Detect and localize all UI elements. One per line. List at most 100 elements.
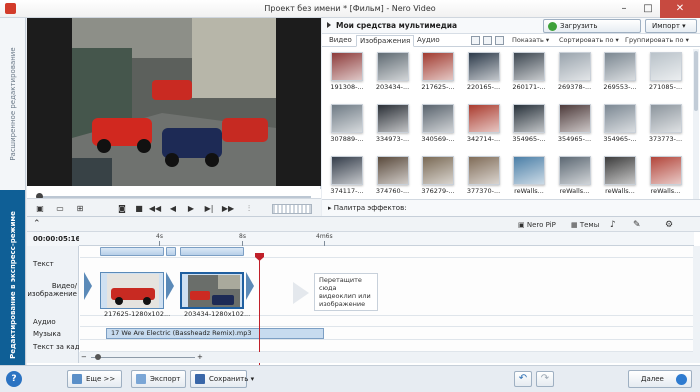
maximize-button[interactable]: □	[636, 0, 660, 18]
media-thumbnail[interactable]: 217625-...	[419, 49, 457, 96]
fit-icon[interactable]: ⊞	[73, 202, 87, 215]
show-dropdown[interactable]: Показать ▾	[512, 35, 549, 47]
thumbnail-caption: 373773-...	[648, 135, 683, 143]
zoom-slider[interactable]	[91, 357, 195, 358]
grid-scrollbar[interactable]	[693, 49, 699, 209]
pip-button[interactable]: ▣ Nero PiP	[518, 217, 556, 233]
next-frame-icon[interactable]: ▶|	[202, 202, 216, 215]
list-view-icon[interactable]	[471, 36, 480, 45]
snapshot-icon[interactable]: ◙	[115, 202, 129, 215]
prev-frame-icon[interactable]: ◀	[166, 202, 180, 215]
download-content-button[interactable]: Загрузить содержимое	[543, 19, 641, 42]
zoom-out-icon[interactable]: −	[81, 352, 87, 362]
tab-advanced-editing[interactable]: Расширенное редактирование	[0, 18, 25, 190]
more-button[interactable]: Еще >>	[67, 370, 122, 388]
time-readout: 00:00:05:16	[27, 232, 80, 246]
thumbnail-caption: 376279-...	[421, 187, 455, 195]
tab-video[interactable]: Видео	[326, 35, 355, 47]
video-preview[interactable]	[27, 18, 321, 186]
aspect-icon[interactable]: ▭	[53, 202, 67, 215]
themes-button[interactable]: ▦ Темы	[571, 217, 599, 233]
monitor-icon[interactable]: ▣	[33, 202, 47, 215]
media-thumbnail[interactable]: 342714-...	[465, 101, 503, 148]
timeline-scrollbar[interactable]	[693, 246, 700, 363]
rewind-icon[interactable]: ◀◀	[148, 202, 162, 215]
close-button[interactable]: ✕	[660, 0, 700, 18]
media-thumbnail[interactable]: 354965-...	[510, 101, 548, 148]
music-clip[interactable]: 17 We Are Electric (Bassheadz Remix).mp3	[106, 328, 324, 339]
effects-palette-bar[interactable]: ▸ Палитра эффектов:	[322, 199, 700, 216]
media-thumbnail[interactable]: reWalls...	[556, 153, 594, 200]
video-track[interactable]: 217625-1280x102... 203434-1280x102...	[80, 258, 694, 318]
transition-arrow[interactable]	[166, 272, 174, 300]
media-thumbnail[interactable]: 307889-...	[328, 101, 366, 148]
next-button[interactable]: Далее	[628, 370, 692, 388]
film-icon	[72, 374, 82, 384]
video-clip-selected[interactable]	[180, 272, 244, 309]
thumbnail-caption: 354965-...	[603, 135, 637, 143]
detail-view-icon[interactable]	[495, 36, 504, 45]
media-thumbnail[interactable]: 354965-...	[601, 101, 639, 148]
split-icon[interactable]: ⫶	[242, 202, 256, 215]
tab-images[interactable]: Изображения	[356, 35, 415, 47]
video-clip[interactable]	[100, 272, 164, 309]
media-thumbnail[interactable]: 340569-...	[419, 101, 457, 148]
voiceover-track[interactable]	[80, 340, 694, 352]
media-thumbnail[interactable]: 373773-...	[647, 101, 685, 148]
grid-scroll-thumb[interactable]	[694, 51, 698, 111]
media-thumbnail[interactable]: reWalls...	[601, 153, 639, 200]
jog-shuttle[interactable]	[272, 204, 312, 214]
tools-icon[interactable]: ✎	[633, 217, 641, 233]
sort-dropdown[interactable]: Сортировать по ▾	[559, 35, 619, 47]
more-label: Еще >>	[86, 375, 116, 383]
transition-arrow[interactable]	[246, 272, 254, 300]
chevron-up-icon[interactable]: ⌃	[33, 217, 41, 233]
text-track[interactable]	[80, 246, 694, 258]
drop-hint[interactable]: Перетащите сюда видеоклип или изображени…	[293, 273, 378, 311]
microphone-icon[interactable]: ♪	[610, 217, 616, 233]
zoom-in-icon[interactable]: +	[197, 352, 203, 362]
text-clip[interactable]	[180, 247, 244, 256]
minimize-button[interactable]: –	[612, 0, 636, 18]
media-thumbnail[interactable]: 334973-...	[374, 101, 412, 148]
save-button[interactable]: Сохранить ▾	[190, 370, 254, 388]
transition-slot[interactable]	[166, 247, 176, 256]
media-thumbnail[interactable]: 374760-...	[374, 153, 412, 200]
collapse-icon[interactable]	[327, 22, 331, 28]
media-thumbnail[interactable]: 271085-...	[647, 49, 685, 96]
media-thumbnail[interactable]: 377370-...	[465, 153, 503, 200]
text-clip[interactable]	[100, 247, 164, 256]
ruler-label: 4m6s	[316, 233, 333, 240]
play-icon[interactable]: ▶	[184, 202, 198, 215]
media-thumbnail[interactable]: reWalls...	[510, 153, 548, 200]
media-thumbnail[interactable]: 269378-...	[556, 49, 594, 96]
media-thumbnail[interactable]: 269553-...	[601, 49, 639, 96]
settings-icon[interactable]: ⚙	[665, 217, 673, 233]
media-thumbnail[interactable]: 220165-...	[465, 49, 503, 96]
media-thumbnail[interactable]: 260171-...	[510, 49, 548, 96]
grid-view-icon[interactable]	[483, 36, 492, 45]
help-button[interactable]: ?	[6, 371, 22, 387]
tab-audio[interactable]: Аудио	[414, 35, 443, 47]
media-thumbnail[interactable]: 354965-...	[556, 101, 594, 148]
group-dropdown[interactable]: Группировать по ▾	[625, 35, 689, 47]
stop-icon[interactable]: ■	[132, 202, 146, 215]
tab-express-editing[interactable]: Редактирование в экспресс-режиме	[0, 190, 25, 380]
media-thumbnail[interactable]: 374117-...	[328, 153, 366, 200]
media-thumbnail[interactable]: 191308-...	[328, 49, 366, 96]
thumbnail-caption: 203434-...	[375, 83, 410, 91]
thumbnail-caption: 191308-...	[330, 83, 364, 91]
transition-arrow[interactable]	[84, 272, 92, 300]
zoom-thumb[interactable]	[95, 354, 101, 360]
redo-button[interactable]: ↷	[536, 371, 554, 387]
undo-button[interactable]: ↶	[514, 371, 532, 387]
media-thumbnail[interactable]: 376279-...	[419, 153, 457, 200]
end-icon[interactable]: ▶▶	[221, 202, 235, 215]
thumbnail-image	[422, 156, 454, 185]
audio-track[interactable]	[80, 316, 694, 327]
import-button[interactable]: Импорт ▾	[645, 19, 697, 33]
time-ruler[interactable]: 4s 8s 4m6s	[79, 232, 694, 246]
media-thumbnail[interactable]: 203434-...	[374, 49, 412, 96]
media-thumbnail[interactable]: reWalls...	[647, 153, 685, 200]
export-button[interactable]: Экспорт	[131, 370, 186, 388]
